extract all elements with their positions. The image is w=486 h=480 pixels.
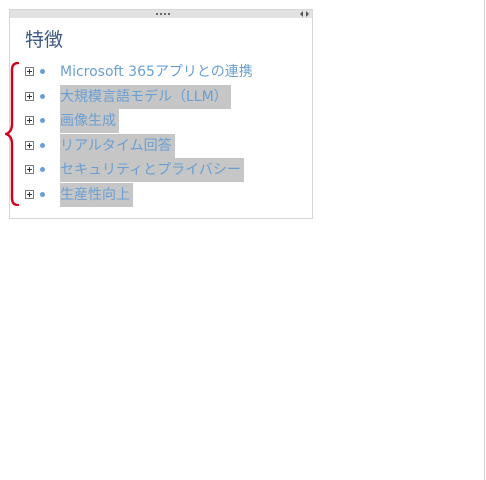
bullet-dot-icon	[40, 93, 45, 99]
list-item[interactable]: Microsoft 365アプリとの連携	[10, 60, 312, 84]
plus-box-icon[interactable]	[25, 189, 34, 199]
list-item-label[interactable]: リアルタイム回答	[60, 133, 175, 158]
mindmap-node-panel[interactable]: 特徴 Microsoft 365アプリとの連携 大規模言語モデル（LLM） 画像生成…	[5, 9, 313, 219]
panel-title: 特徴	[25, 29, 64, 51]
panel-arrows[interactable]	[300, 11, 310, 17]
list-item-label[interactable]: セキュリティとプライバシー	[60, 158, 244, 182]
list-item-label[interactable]: Microsoft 365アプリとの連携	[60, 60, 256, 84]
list-item[interactable]: リアルタイム回答	[10, 133, 312, 158]
plus-box-icon[interactable]	[25, 116, 34, 125]
list-item-label[interactable]: 生産性向上	[60, 182, 133, 207]
plus-box-icon[interactable]	[25, 140, 34, 150]
arrow-right-icon[interactable]	[306, 11, 309, 17]
list-item[interactable]: 大規模言語モデル（LLM）	[10, 84, 312, 109]
bullet-dot-icon	[40, 142, 45, 148]
page-edge	[484, 0, 485, 480]
plus-box-icon[interactable]	[25, 165, 34, 174]
bullet-dot-icon	[40, 191, 45, 197]
plus-box-icon[interactable]	[25, 91, 34, 101]
plus-box-icon[interactable]	[25, 67, 34, 76]
panel-title-bar[interactable]	[10, 10, 312, 18]
bullet-dot-icon	[40, 118, 45, 123]
list-item-label[interactable]: 大規模言語モデル（LLM）	[60, 84, 231, 109]
list-item[interactable]: 生産性向上	[10, 182, 312, 207]
arrow-left-icon[interactable]	[300, 11, 303, 17]
drag-grip-icon[interactable]	[156, 13, 170, 15]
list-item-label[interactable]: 画像生成	[60, 109, 119, 133]
bullet-dot-icon	[40, 167, 45, 172]
list-item[interactable]: 画像生成	[10, 109, 312, 133]
list-item[interactable]: セキュリティとプライバシー	[10, 158, 312, 182]
canvas: 特徴 Microsoft 365アプリとの連携 大規模言語モデル（LLM） 画像生成…	[0, 0, 486, 480]
bullet-dot-icon	[40, 69, 45, 74]
